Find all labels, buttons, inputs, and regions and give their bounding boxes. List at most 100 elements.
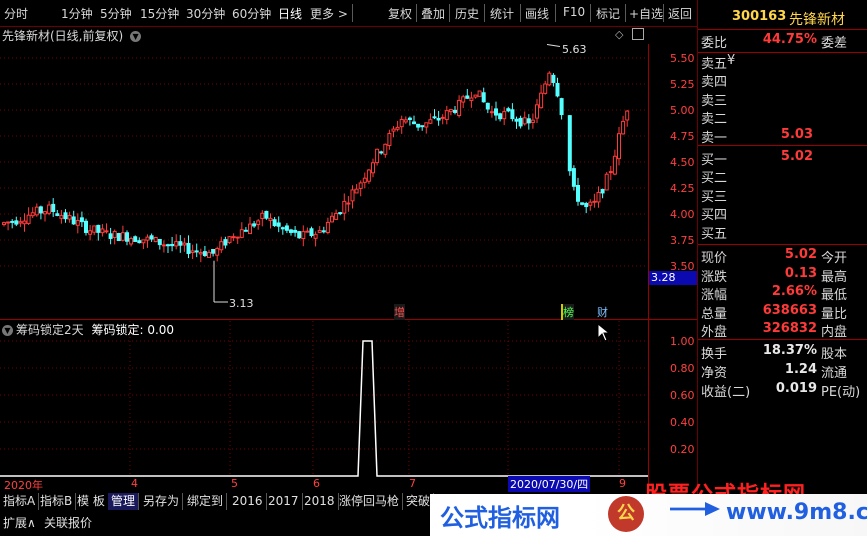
orderbook-row[interactable]: 买三: [701, 186, 865, 205]
candle-body: [547, 72, 552, 86]
indicator-axis: 1.00 0.80 0.60 0.40 0.20: [670, 335, 695, 456]
related-quote-button[interactable]: 关联报价: [44, 514, 92, 531]
candle-body: [502, 111, 507, 120]
event-mark-add[interactable]: 增: [394, 304, 405, 320]
indicator-name: 筹码锁定2天: [16, 323, 84, 337]
candle-body: [407, 117, 412, 121]
period-tab-60min[interactable]: 60分钟: [232, 5, 271, 22]
orderbook-row[interactable]: 买一 5.02: [701, 149, 865, 168]
period-tab-minute[interactable]: 分时: [4, 5, 28, 22]
period-tab-more[interactable]: 更多 >: [310, 5, 348, 22]
event-mark-list[interactable]: 榜: [561, 304, 574, 320]
diamond-icon[interactable]: ◇: [615, 28, 623, 41]
window-icon[interactable]: [632, 28, 644, 40]
orderbook-label: 卖一: [701, 130, 728, 146]
candle-body: [608, 171, 613, 174]
overlay-button[interactable]: 叠加: [421, 5, 445, 22]
period-tab-15min[interactable]: 15分钟: [140, 5, 179, 22]
tab-2017[interactable]: 2017: [265, 493, 303, 510]
orderbook-row[interactable]: 卖五 ¥: [701, 53, 865, 72]
adjust-button[interactable]: 复权: [388, 5, 412, 22]
candle-body: [506, 108, 511, 112]
tab-indicator-b[interactable]: 指标B: [37, 493, 77, 510]
period-tab-30min[interactable]: 30分钟: [186, 5, 225, 22]
add-watchlist-button[interactable]: +自选: [629, 5, 663, 22]
candle-body: [248, 223, 252, 235]
quote-value: 2.66%: [771, 284, 817, 300]
mark-button[interactable]: 标记: [596, 5, 620, 22]
tab-limit-up-pullback[interactable]: 涨停回马枪: [336, 493, 404, 510]
orderbook-row[interactable]: 卖一 5.03: [701, 127, 865, 146]
orderbook-row[interactable]: 买二: [701, 167, 865, 187]
orderbook-label: 买一: [701, 153, 728, 168]
orderbook-row[interactable]: 买四: [701, 204, 865, 223]
candle-body: [79, 217, 84, 223]
chevron-down-icon[interactable]: ▼: [130, 31, 142, 42]
f10-button[interactable]: F10: [563, 5, 585, 19]
event-mark-finance[interactable]: 财: [597, 304, 608, 320]
orderbook-row[interactable]: 卖四: [701, 71, 865, 91]
orderbook-label: 卖五: [701, 57, 728, 72]
candle-body: [485, 102, 490, 110]
draw-line-button[interactable]: 画线: [525, 5, 549, 22]
toolbar-divider: [663, 4, 664, 22]
indicator-line-label: 筹码锁定: [91, 323, 140, 337]
candle-body: [457, 99, 462, 117]
tab-manage[interactable]: 管理: [108, 493, 140, 510]
orderbook-row[interactable]: 卖三: [701, 90, 865, 109]
period-tab-daily[interactable]: 日线: [278, 5, 302, 22]
date-label: 2020年: [4, 479, 43, 492]
tab-2016[interactable]: 2016: [229, 493, 267, 510]
quote-label: 现价: [701, 251, 728, 266]
quote-row: 涨幅 2.66% 最低: [701, 284, 865, 303]
candle-body: [178, 241, 183, 246]
candle-body: [399, 118, 404, 128]
tab-bind-to[interactable]: 绑定到: [184, 493, 228, 510]
quote-label: 总量: [701, 306, 728, 322]
period-tab-5min[interactable]: 5分钟: [100, 5, 132, 22]
candle-body: [489, 111, 494, 114]
quote-row: 涨跌 0.13 最高: [701, 266, 865, 285]
toolbar-divider: [352, 4, 353, 22]
candle-body: [325, 221, 330, 234]
watermark-bar: 公式指标网 公 www.9m8.cn: [430, 494, 867, 536]
orderbook-label: 买二: [701, 171, 728, 187]
history-button[interactable]: 历史: [455, 5, 479, 22]
chevron-down-icon[interactable]: ▼: [2, 325, 13, 336]
candle-body: [161, 244, 166, 247]
candle-body: [243, 229, 248, 232]
orderbook-label: 买五: [701, 226, 728, 242]
expand-button[interactable]: 扩展∧: [3, 514, 36, 531]
quote-value: 1.24: [784, 362, 817, 377]
stats-button[interactable]: 统计: [490, 5, 514, 22]
quote-label-right: 内盘: [821, 325, 848, 341]
tab-template[interactable]: 模 板: [74, 493, 109, 510]
candle-body: [26, 214, 31, 224]
period-tab-1min[interactable]: 1分钟: [61, 5, 93, 22]
orderbook-row[interactable]: 买五: [701, 223, 865, 242]
candle-body: [330, 215, 334, 223]
candle-body: [47, 204, 52, 214]
quote-row: 总量 638663 量比: [701, 303, 865, 322]
indicator-grid: [0, 321, 648, 474]
candle-body: [518, 117, 523, 127]
orderbook-label: 卖四: [701, 75, 728, 91]
candle-body: [580, 202, 585, 205]
kline-chart[interactable]: 5.505.255.004.754.504.254.003.753.50 1.0…: [0, 44, 697, 494]
candle-body: [38, 206, 43, 214]
candle-body: [239, 229, 244, 238]
tab-2018[interactable]: 2018: [301, 493, 339, 510]
tab-save-as[interactable]: 另存为: [140, 493, 184, 510]
price-axis: 5.505.255.004.754.504.254.003.753.50: [670, 52, 695, 273]
panel-divider: [698, 145, 867, 146]
tab-indicator-a[interactable]: 指标A: [0, 493, 40, 510]
quote-label: 收益(二): [701, 385, 751, 400]
candle-body: [477, 90, 482, 97]
candle-body: [543, 83, 548, 94]
weibi-label: 委比: [701, 36, 728, 51]
back-button[interactable]: 返回: [668, 5, 692, 22]
candle-body: [272, 219, 277, 227]
candle-body: [55, 213, 60, 216]
orderbook-row[interactable]: 卖二: [701, 108, 865, 127]
candle-body: [153, 237, 158, 243]
